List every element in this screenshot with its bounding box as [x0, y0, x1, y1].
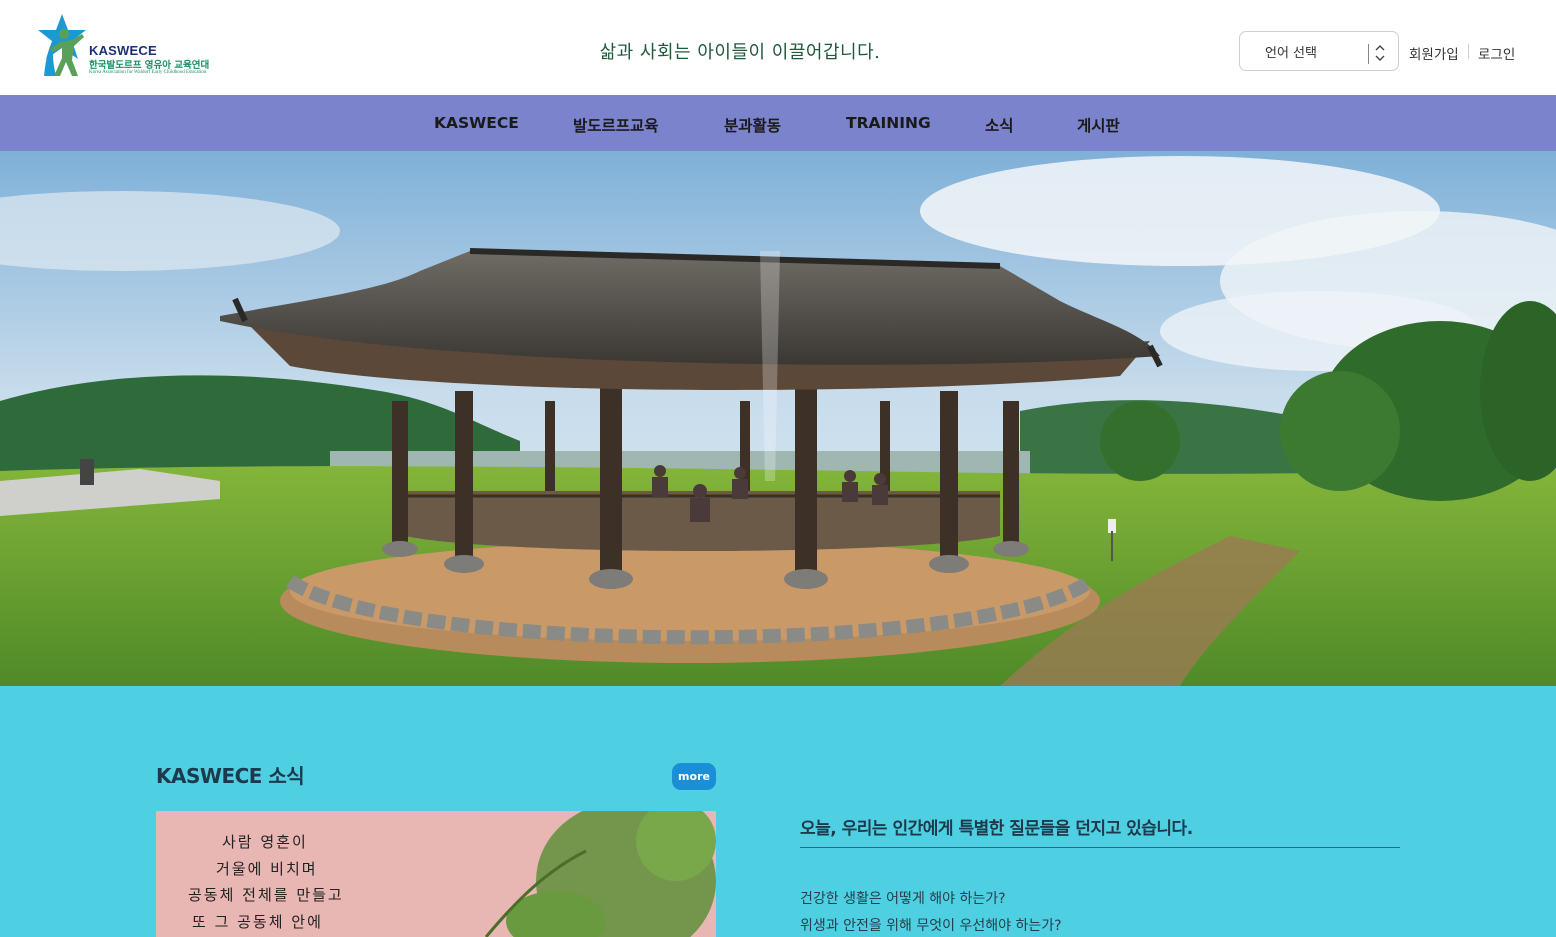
- logo-name: KASWECE: [89, 43, 157, 58]
- poem-line: 공동체 전체를 만들고: [188, 886, 344, 904]
- nav-item-kaswece[interactable]: KASWECE: [434, 114, 519, 132]
- auth-divider: [1468, 44, 1469, 59]
- logo-korean-name: 한국발도르프 영유아 교육연대: [89, 60, 210, 71]
- site-logo[interactable]: KASWECE 한국발도르프 영유아 교육연대 Korea Associatio…: [38, 12, 248, 82]
- language-select-label: 언어 선택: [1265, 46, 1317, 61]
- main-nav: KASWECE 발도르프교육 분과활동 TRAINING 소식 게시판: [0, 95, 1556, 151]
- chevron-up-down-icon: [1375, 45, 1385, 61]
- poem-line: 거울에 비치며: [216, 860, 318, 878]
- select-divider: [1368, 44, 1369, 64]
- poem-line: 또 그 공동체 안에: [192, 913, 323, 931]
- nav-item-training[interactable]: TRAINING: [846, 114, 931, 132]
- site-tagline: 삶과 사회는 아이들이 이끌어갑니다.: [599, 42, 881, 63]
- site-header: KASWECE 한국발도르프 영유아 교육연대 Korea Associatio…: [0, 0, 1556, 95]
- hero-pavilion-image: [0, 151, 1556, 686]
- nav-item-news[interactable]: 소식: [985, 114, 1014, 136]
- nav-item-waldorf-education[interactable]: 발도르프교육: [573, 114, 659, 136]
- star-figure-icon: [38, 14, 86, 76]
- news-featured-image[interactable]: 사람 영혼이 거울에 비치며 공동체 전체를 만들고 또 그 공동체 안에: [156, 811, 716, 937]
- nav-item-board[interactable]: 게시판: [1077, 114, 1120, 136]
- news-more-button[interactable]: more: [672, 763, 716, 790]
- signup-link[interactable]: 회원가입: [1409, 43, 1459, 63]
- logo-english-name: Korea Association for Waldorf Early Chil…: [89, 70, 207, 75]
- poem-line: 사람 영혼이: [222, 833, 308, 851]
- intro-question: 건강한 생활은 어떻게 해야 하는가?: [800, 891, 1006, 907]
- hero-banner: [0, 151, 1556, 686]
- language-select[interactable]: 언어 선택: [1239, 31, 1399, 71]
- intro-divider: [800, 847, 1400, 848]
- login-link[interactable]: 로그인: [1478, 43, 1515, 63]
- content-section: KASWECE 소식 more 사람 영혼이 거울에 비치며 공동체 전체를 만…: [0, 686, 1556, 937]
- intro-heading: 오늘, 우리는 인간에게 특별한 질문들을 던지고 있습니다.: [800, 819, 1193, 839]
- intro-question: 위생과 안전을 위해 무엇이 우선해야 하는가?: [800, 918, 1062, 934]
- nav-item-activities[interactable]: 분과활동: [724, 114, 781, 136]
- news-section-title: KASWECE 소식: [156, 764, 305, 788]
